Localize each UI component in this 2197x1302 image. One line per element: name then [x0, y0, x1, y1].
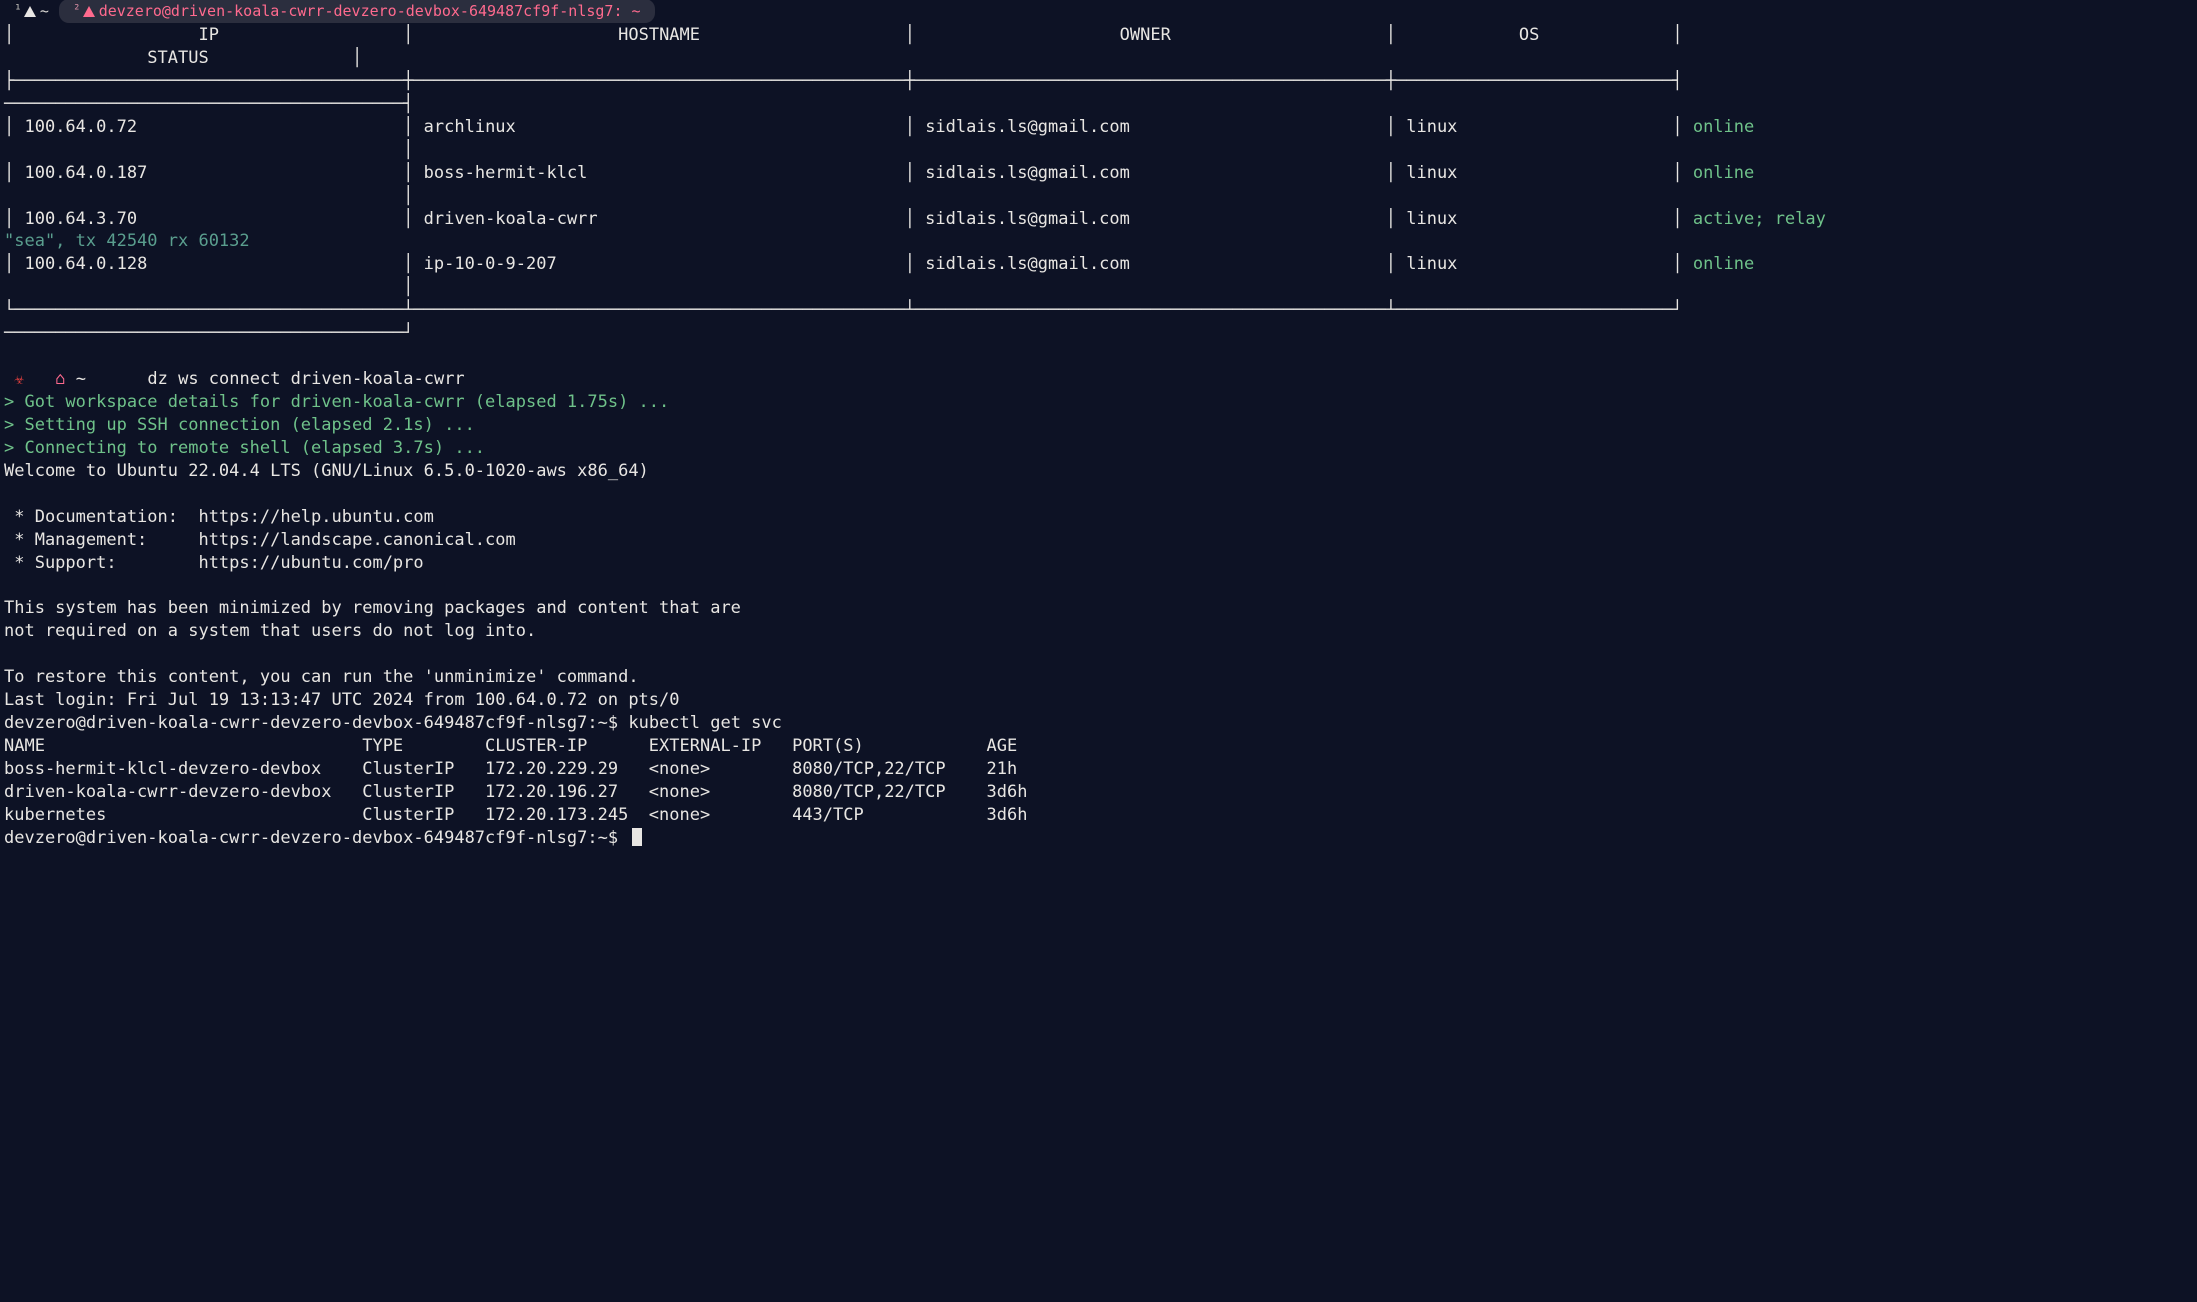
- tab-2-title: devzero@driven-koala-cwrr-devzero-devbox…: [99, 1, 641, 21]
- tab-1-index: ¹: [14, 2, 22, 20]
- motd-doc: * Documentation: https://help.ubuntu.com: [4, 507, 434, 527]
- biohazard-icon: ☣: [14, 369, 24, 389]
- cell-os: linux: [1406, 117, 1457, 137]
- cell-owner: sidlais.ls@gmail.com: [925, 209, 1130, 229]
- log-line: > Got workspace details for driven-koala…: [4, 392, 669, 412]
- table-row: │ 100.64.0.72 │ archlinux │ sidlais.ls@g…: [4, 117, 1754, 137]
- path-text: ~: [76, 369, 86, 389]
- cell-os: linux: [1406, 209, 1457, 229]
- table-row: │ 100.64.0.187 │ boss-hermit-klcl │ sidl…: [4, 163, 1754, 183]
- remote-prompt-idle[interactable]: devzero@driven-koala-cwrr-devzero-devbox…: [4, 828, 642, 848]
- tab-2[interactable]: ² devzero@driven-koala-cwrr-devzero-devbo…: [59, 0, 655, 23]
- prompt-text: devzero@driven-koala-cwrr-devzero-devbox…: [4, 713, 618, 733]
- cell-ip: 100.64.0.187: [24, 163, 147, 183]
- tab-2-index: ²: [73, 2, 81, 20]
- log-line: > Connecting to remote shell (elapsed 3.…: [4, 438, 485, 458]
- terminal-content[interactable]: │ IP │ HOSTNAME │ OWNER │ OS │ STATUS │: [0, 22, 2197, 890]
- motd-mgmt: * Management: https://landscape.canonica…: [4, 530, 516, 550]
- cell-os: linux: [1406, 254, 1457, 274]
- cell-ip: 100.64.0.128: [24, 254, 147, 274]
- tab-1[interactable]: ¹~: [4, 1, 59, 21]
- cell-status: online: [1693, 163, 1754, 183]
- kube-header: NAME TYPE CLUSTER-IP EXTERNAL-IP PORT(S)…: [4, 736, 1017, 756]
- col-os: OS: [1519, 25, 1539, 45]
- cell-ip: 100.64.3.70: [24, 209, 137, 229]
- local-prompt: ☣ ⌂ ~: [4, 368, 147, 391]
- cell-status: active; relay: [1693, 209, 1826, 229]
- cell-hostname: archlinux: [424, 117, 516, 137]
- col-status: STATUS: [147, 48, 208, 68]
- col-ip: IP: [198, 25, 218, 45]
- cell-hostname: ip-10-0-9-207: [424, 254, 557, 274]
- command-text: kubectl get svc: [628, 713, 782, 733]
- arch-icon: [83, 1, 99, 21]
- terminal-tab-bar: ¹~ ²devzero@driven-koala-cwrr-devzero-de…: [0, 0, 2197, 22]
- col-owner: OWNER: [1120, 25, 1171, 45]
- col-hostname: HOSTNAME: [618, 25, 700, 45]
- command-text: dz ws connect driven-koala-cwrr: [147, 369, 464, 389]
- kube-row: boss-hermit-klcl-devzero-devbox ClusterI…: [4, 759, 1017, 779]
- log-line: > Setting up SSH connection (elapsed 2.1…: [4, 415, 475, 435]
- motd-restore: To restore this content, you can run the…: [4, 667, 639, 687]
- tab-1-title: ~: [40, 1, 49, 21]
- home-icon: ⌂: [55, 369, 65, 389]
- motd-minimize-1: This system has been minimized by removi…: [4, 598, 741, 618]
- table-header-row: │ IP │ HOSTNAME │ OWNER │ OS │ STATUS │: [4, 25, 1683, 68]
- motd-lastlogin: Last login: Fri Jul 19 13:13:47 UTC 2024…: [4, 690, 680, 710]
- arch-icon: [24, 1, 40, 21]
- cell-status: online: [1693, 254, 1754, 274]
- cell-ip: 100.64.0.72: [24, 117, 137, 137]
- cell-owner: sidlais.ls@gmail.com: [925, 254, 1130, 274]
- kube-row: kubernetes ClusterIP 172.20.173.245 <non…: [4, 805, 1028, 825]
- motd-welcome: Welcome to Ubuntu 22.04.4 LTS (GNU/Linux…: [4, 461, 649, 481]
- cell-owner: sidlais.ls@gmail.com: [925, 117, 1130, 137]
- cell-hostname: boss-hermit-klcl: [424, 163, 588, 183]
- table-row: │ 100.64.3.70 │ driven-koala-cwrr │ sidl…: [4, 209, 1826, 229]
- cell-status: online: [1693, 117, 1754, 137]
- cell-os: linux: [1406, 163, 1457, 183]
- motd-support: * Support: https://ubuntu.com/pro: [4, 553, 424, 573]
- cursor-icon: [632, 828, 642, 846]
- table-row: │ 100.64.0.128 │ ip-10-0-9-207 │ sidlais…: [4, 254, 1754, 274]
- cell-hostname: driven-koala-cwrr: [424, 209, 598, 229]
- prompt-text: devzero@driven-koala-cwrr-devzero-devbox…: [4, 828, 618, 848]
- cell-owner: sidlais.ls@gmail.com: [925, 163, 1130, 183]
- motd-minimize-2: not required on a system that users do n…: [4, 621, 536, 641]
- kube-row: driven-koala-cwrr-devzero-devbox Cluster…: [4, 782, 1028, 802]
- remote-prompt: devzero@driven-koala-cwrr-devzero-devbox…: [4, 713, 782, 733]
- cell-extra: "sea", tx 42540 rx 60132: [4, 231, 250, 251]
